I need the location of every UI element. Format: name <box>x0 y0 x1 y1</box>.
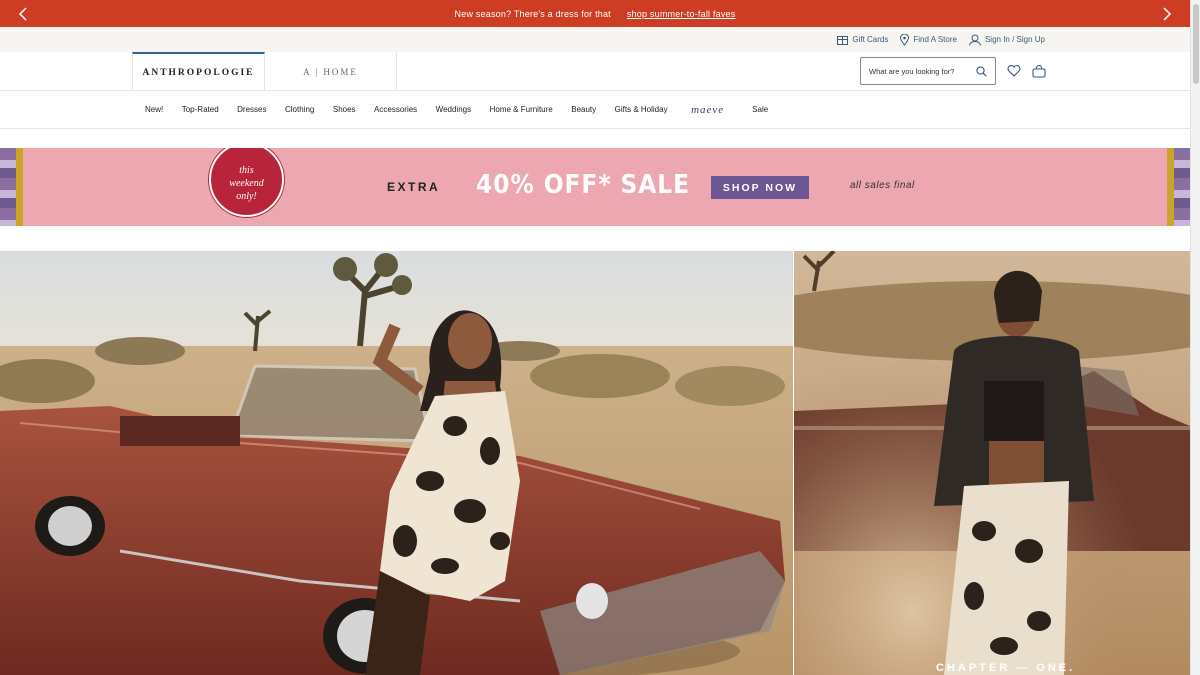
main-nav: New! Top-Rated Dresses Clothing Shoes Ac… <box>0 91 1190 129</box>
find-store-label: Find A Store <box>913 35 957 44</box>
hero-image-left[interactable] <box>0 251 793 675</box>
hero-image-right[interactable] <box>794 251 1190 675</box>
promo-bar: New season? There's a dress for that sho… <box>0 0 1190 27</box>
search-placeholder: What are you looking for? <box>869 66 955 76</box>
brand-tab-home[interactable]: A | HOME <box>265 52 397 91</box>
banner-extra-text: EXTRA <box>387 180 441 194</box>
search-icon[interactable] <box>976 65 987 77</box>
badge-line-2: weekend <box>229 178 264 189</box>
gift-cards-link[interactable]: Gift Cards <box>837 34 888 45</box>
brand-tab-anthropologie[interactable]: ANTHROPOLOGIE <box>132 52 265 91</box>
badge-line-3: only! <box>236 191 257 202</box>
page-scrollbar[interactable] <box>1190 0 1200 675</box>
location-pin-icon <box>900 33 910 46</box>
nav-item-new[interactable]: New! <box>145 105 163 114</box>
scrollbar-thumb[interactable] <box>1193 4 1199 84</box>
nav-item-accessories[interactable]: Accessories <box>374 105 417 114</box>
promo-prev-arrow-icon[interactable] <box>13 4 33 24</box>
nav-item-shoes[interactable]: Shoes <box>333 105 356 114</box>
gift-cards-label: Gift Cards <box>852 35 889 44</box>
sign-in-label: Sign In / Sign Up <box>984 35 1045 44</box>
find-store-link[interactable]: Find A Store <box>900 33 957 46</box>
badge-line-1: this <box>239 165 254 176</box>
nav-item-home-furniture[interactable]: Home & Furniture <box>490 105 553 114</box>
banner-sales-final-note: all sales final <box>850 180 915 191</box>
nav-item-dresses[interactable]: Dresses <box>237 105 266 114</box>
banner-sale-headline: 40% OFF* SALE <box>476 170 690 200</box>
hero-right-illustration <box>794 251 1190 675</box>
shop-now-button[interactable]: SHOP NOW <box>711 176 809 199</box>
promo-link[interactable]: shop summer-to-fall faves <box>627 9 736 19</box>
nav-item-top-rated[interactable]: Top-Rated <box>182 105 219 114</box>
banner-stripe-left-gold <box>16 148 23 226</box>
promo-next-arrow-icon[interactable] <box>1157 4 1177 24</box>
weekend-only-badge: this weekend only! <box>209 148 284 217</box>
promo-message: New season? There's a dress for that <box>454 8 611 19</box>
banner-stripe-right <box>1174 148 1190 226</box>
nav-item-beauty[interactable]: Beauty <box>571 105 596 114</box>
hero-chapter-caption: CHAPTER — ONE. <box>936 662 1076 674</box>
banner-stripe-right-gold <box>1167 148 1174 226</box>
sign-in-link[interactable]: Sign In / Sign Up <box>968 34 1045 46</box>
nav-item-maeve[interactable]: maeve <box>691 104 724 116</box>
gift-icon <box>837 36 849 45</box>
wishlist-heart-icon[interactable] <box>1006 63 1022 79</box>
site-header: ANTHROPOLOGIE A | HOME What are you look… <box>0 52 1190 91</box>
banner-stripe-left <box>0 148 16 226</box>
nav-item-weddings[interactable]: Weddings <box>436 105 471 114</box>
hero-left-illustration <box>0 251 793 675</box>
utility-bar: Gift Cards Find A Store Sign In / Sign U… <box>0 27 1190 52</box>
nav-item-gifts-holiday[interactable]: Gifts & Holiday <box>615 105 668 114</box>
nav-item-sale[interactable]: Sale <box>752 105 768 114</box>
search-input[interactable]: What are you looking for? <box>860 57 996 85</box>
user-icon <box>968 34 981 46</box>
nav-item-clothing[interactable]: Clothing <box>285 105 314 114</box>
shopping-bag-icon[interactable] <box>1031 63 1047 79</box>
